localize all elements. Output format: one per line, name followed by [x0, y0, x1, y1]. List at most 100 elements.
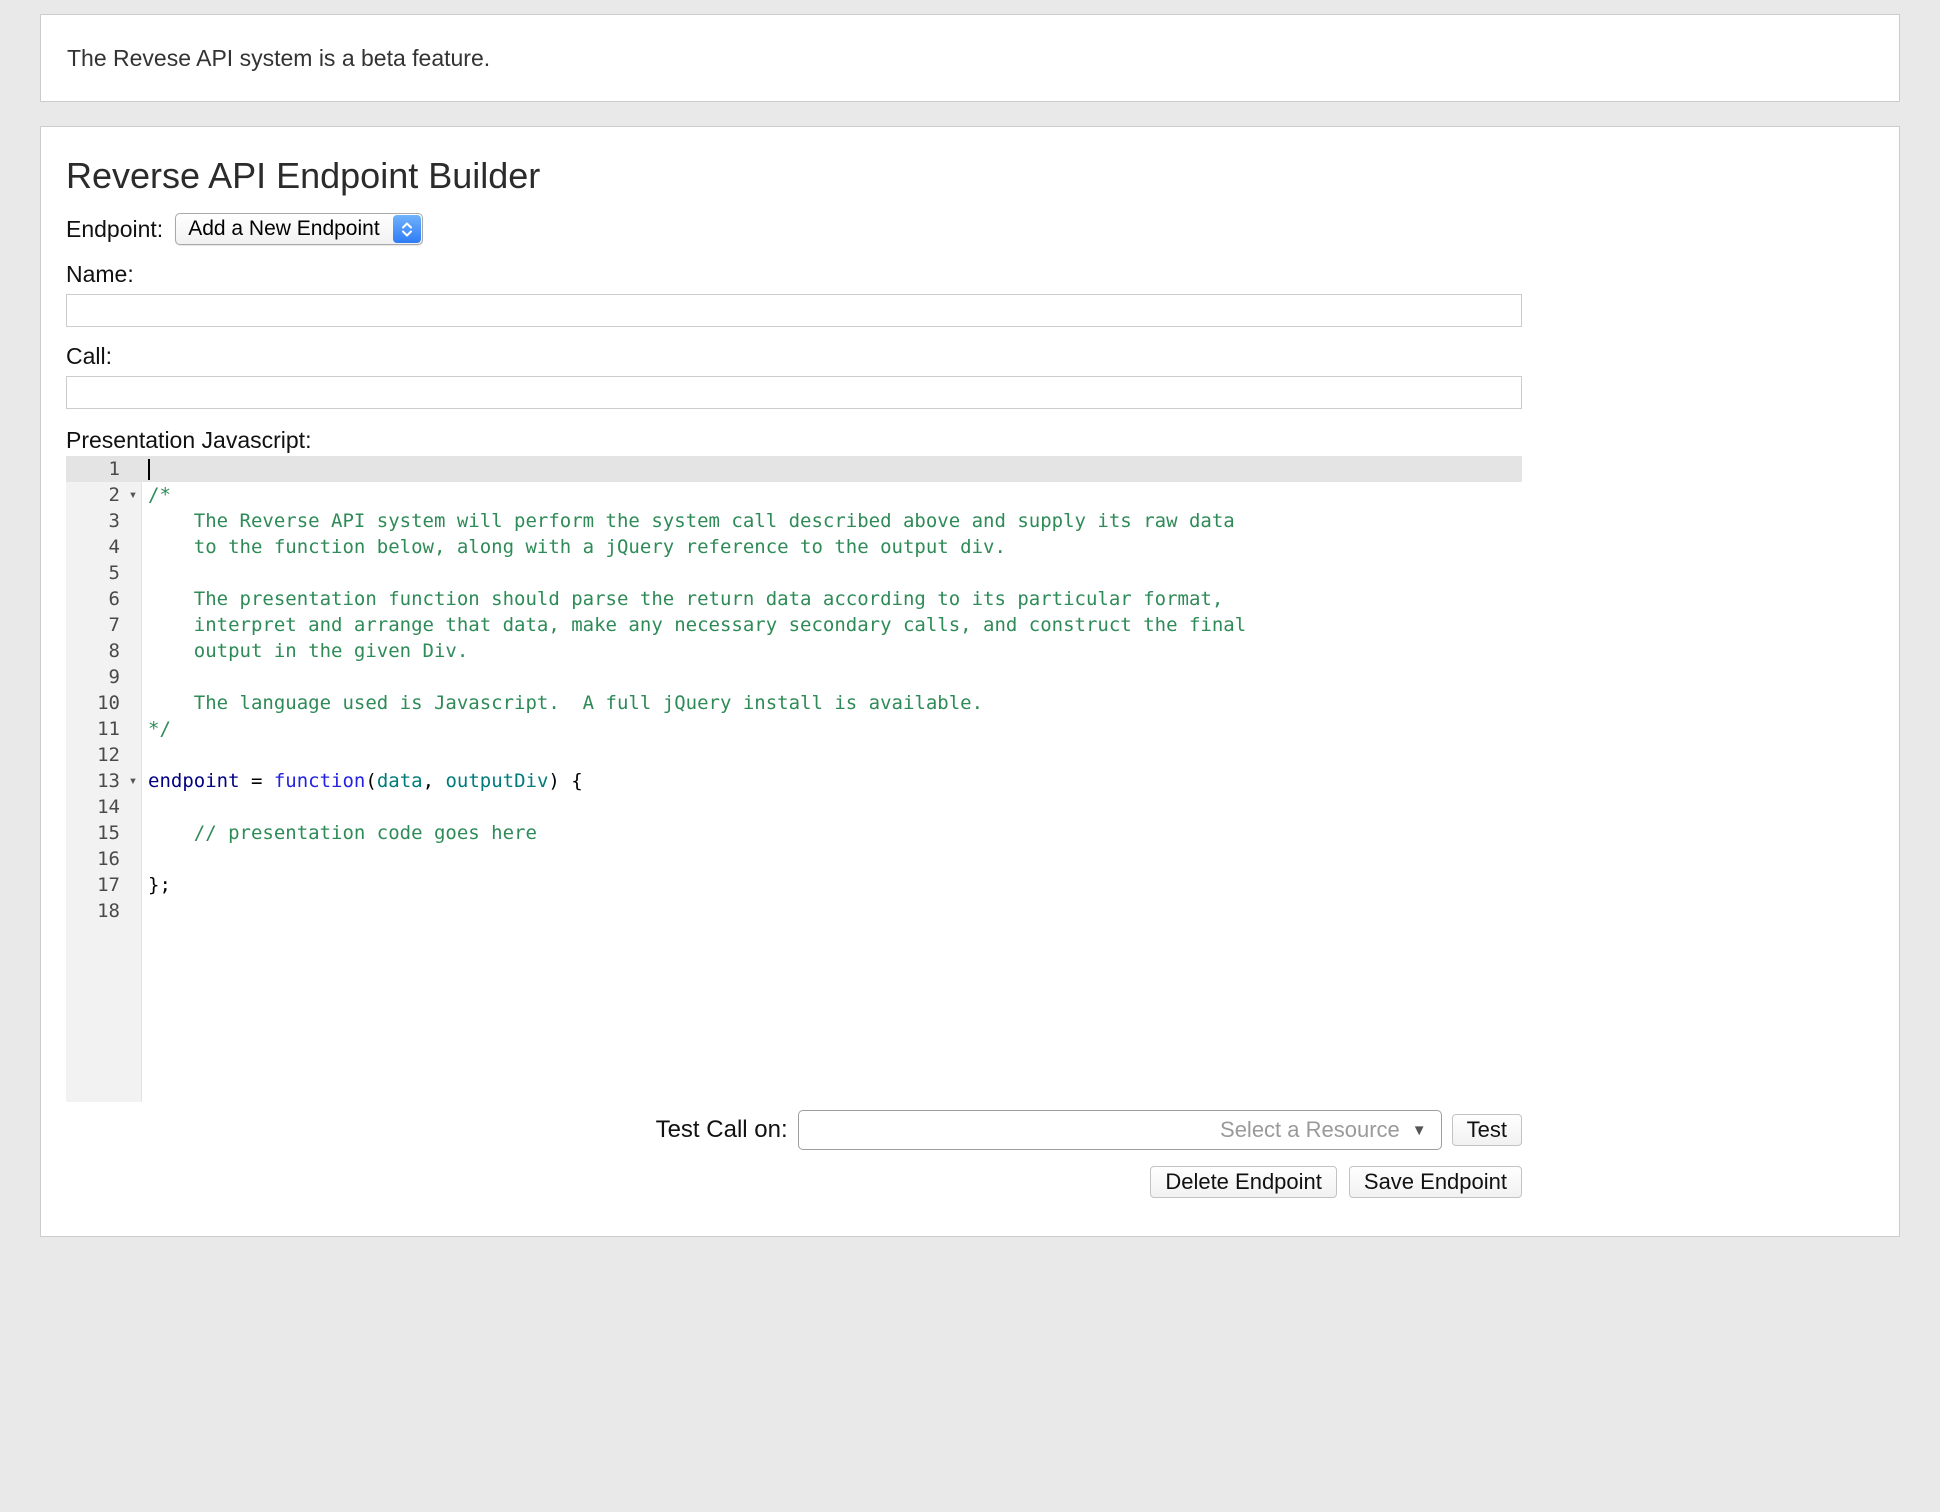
- line-number: 9: [66, 664, 124, 690]
- line-number: 3: [66, 508, 124, 534]
- resource-select-placeholder: Select a Resource: [1220, 1117, 1400, 1143]
- code-text: [142, 456, 150, 482]
- endpoint-builder-panel: Reverse API Endpoint Builder Endpoint: A…: [40, 126, 1900, 1237]
- line-number-cell: 4: [66, 534, 142, 560]
- code-text: [142, 742, 148, 768]
- line-number: 16: [66, 846, 124, 872]
- fold-arrow-icon[interactable]: ▾: [124, 768, 142, 794]
- dropdown-arrow-icon: ▼: [1412, 1122, 1427, 1139]
- code-text: The language used is Javascript. A full …: [142, 690, 983, 716]
- code-line[interactable]: 6 The presentation function should parse…: [66, 586, 1522, 612]
- code-line[interactable]: 11 */: [66, 716, 1522, 742]
- code-text: [142, 794, 148, 820]
- code-text: [142, 560, 148, 586]
- code-text: // presentation code goes here: [142, 820, 537, 846]
- name-input[interactable]: [66, 294, 1522, 327]
- code-line[interactable]: 3 The Reverse API system will perform th…: [66, 508, 1522, 534]
- delete-endpoint-button[interactable]: Delete Endpoint: [1150, 1166, 1337, 1198]
- code-text: */: [142, 716, 171, 742]
- code-line[interactable]: 5: [66, 560, 1522, 586]
- line-number-cell: 16: [66, 846, 142, 872]
- fold-arrow-icon[interactable]: ▾: [124, 482, 142, 508]
- code-line[interactable]: 10 The language used is Javascript. A fu…: [66, 690, 1522, 716]
- code-line[interactable]: 2▾/*: [66, 482, 1522, 508]
- code-text: The presentation function should parse t…: [142, 586, 1223, 612]
- beta-notice-banner: The Revese API system is a beta feature.: [40, 14, 1900, 102]
- code-text: };: [142, 872, 171, 898]
- code-line[interactable]: 13▾endpoint = function(data, outputDiv) …: [66, 768, 1522, 794]
- test-button[interactable]: Test: [1452, 1114, 1522, 1146]
- line-number: 15: [66, 820, 124, 846]
- line-number: 6: [66, 586, 124, 612]
- line-number: 5: [66, 560, 124, 586]
- test-call-label: Test Call on:: [656, 1116, 788, 1144]
- code-editor[interactable]: 12▾/*3 The Reverse API system will perfo…: [66, 456, 1522, 1102]
- line-number: 17: [66, 872, 124, 898]
- code-line[interactable]: 4 to the function below, along with a jQ…: [66, 534, 1522, 560]
- call-label: Call:: [66, 343, 1522, 370]
- resource-select[interactable]: Select a Resource ▼: [798, 1110, 1442, 1150]
- code-line[interactable]: 8 output in the given Div.: [66, 638, 1522, 664]
- line-number-cell: 8: [66, 638, 142, 664]
- code-text: output in the given Div.: [142, 638, 468, 664]
- endpoint-select[interactable]: Add a New Endpoint: [175, 213, 422, 245]
- code-line[interactable]: 18: [66, 898, 1522, 924]
- code-text: endpoint = function(data, outputDiv) {: [142, 768, 583, 794]
- line-number-cell: 5: [66, 560, 142, 586]
- line-number-cell: 15: [66, 820, 142, 846]
- line-number-cell: 12: [66, 742, 142, 768]
- line-number: 10: [66, 690, 124, 716]
- select-stepper-icon: [393, 215, 421, 243]
- line-number: 7: [66, 612, 124, 638]
- line-number-cell: 13▾: [66, 768, 142, 794]
- code-line[interactable]: 12: [66, 742, 1522, 768]
- code-text: /*: [142, 482, 171, 508]
- code-line[interactable]: 17};: [66, 872, 1522, 898]
- text-cursor-icon: [148, 459, 150, 480]
- line-number: 13: [66, 768, 124, 794]
- line-number-cell: 10: [66, 690, 142, 716]
- code-line[interactable]: 16: [66, 846, 1522, 872]
- save-endpoint-button[interactable]: Save Endpoint: [1349, 1166, 1522, 1198]
- line-number-cell: 11: [66, 716, 142, 742]
- endpoint-select-value: Add a New Endpoint: [176, 217, 391, 241]
- call-input[interactable]: [66, 376, 1522, 409]
- line-number-cell: 6: [66, 586, 142, 612]
- line-number-cell: 7: [66, 612, 142, 638]
- code-line[interactable]: 15 // presentation code goes here: [66, 820, 1522, 846]
- line-number: 14: [66, 794, 124, 820]
- code-text: The Reverse API system will perform the …: [142, 508, 1235, 534]
- beta-notice-text: The Revese API system is a beta feature.: [67, 45, 490, 72]
- line-number: 2: [66, 482, 124, 508]
- line-number: 12: [66, 742, 124, 768]
- line-number-cell: 1: [66, 456, 142, 482]
- action-buttons-row: Delete Endpoint Save Endpoint: [66, 1166, 1522, 1198]
- endpoint-label: Endpoint:: [66, 216, 163, 243]
- code-text: [142, 846, 148, 872]
- line-number-cell: 17: [66, 872, 142, 898]
- code-line[interactable]: 14: [66, 794, 1522, 820]
- call-field-group: Call:: [66, 343, 1522, 409]
- line-number: 1: [66, 456, 124, 482]
- line-number-cell: 3: [66, 508, 142, 534]
- code-lines: 12▾/*3 The Reverse API system will perfo…: [66, 456, 1522, 924]
- test-call-row: Test Call on: Select a Resource ▼ Test: [66, 1110, 1522, 1150]
- code-line[interactable]: 7 interpret and arrange that data, make …: [66, 612, 1522, 638]
- code-line[interactable]: 1: [66, 456, 1522, 482]
- line-number: 4: [66, 534, 124, 560]
- line-number: 8: [66, 638, 124, 664]
- line-number: 11: [66, 716, 124, 742]
- line-number-cell: 18: [66, 898, 142, 924]
- line-number-cell: 14: [66, 794, 142, 820]
- endpoint-row: Endpoint: Add a New Endpoint: [66, 213, 1522, 245]
- code-text: [142, 898, 148, 924]
- code-line[interactable]: 9: [66, 664, 1522, 690]
- name-field-group: Name:: [66, 261, 1522, 327]
- line-number-cell: 9: [66, 664, 142, 690]
- code-text: to the function below, along with a jQue…: [142, 534, 1006, 560]
- code-text: interpret and arrange that data, make an…: [142, 612, 1246, 638]
- page-title: Reverse API Endpoint Builder: [66, 155, 1522, 197]
- line-number-cell: 2▾: [66, 482, 142, 508]
- name-label: Name:: [66, 261, 1522, 288]
- line-number: 18: [66, 898, 124, 924]
